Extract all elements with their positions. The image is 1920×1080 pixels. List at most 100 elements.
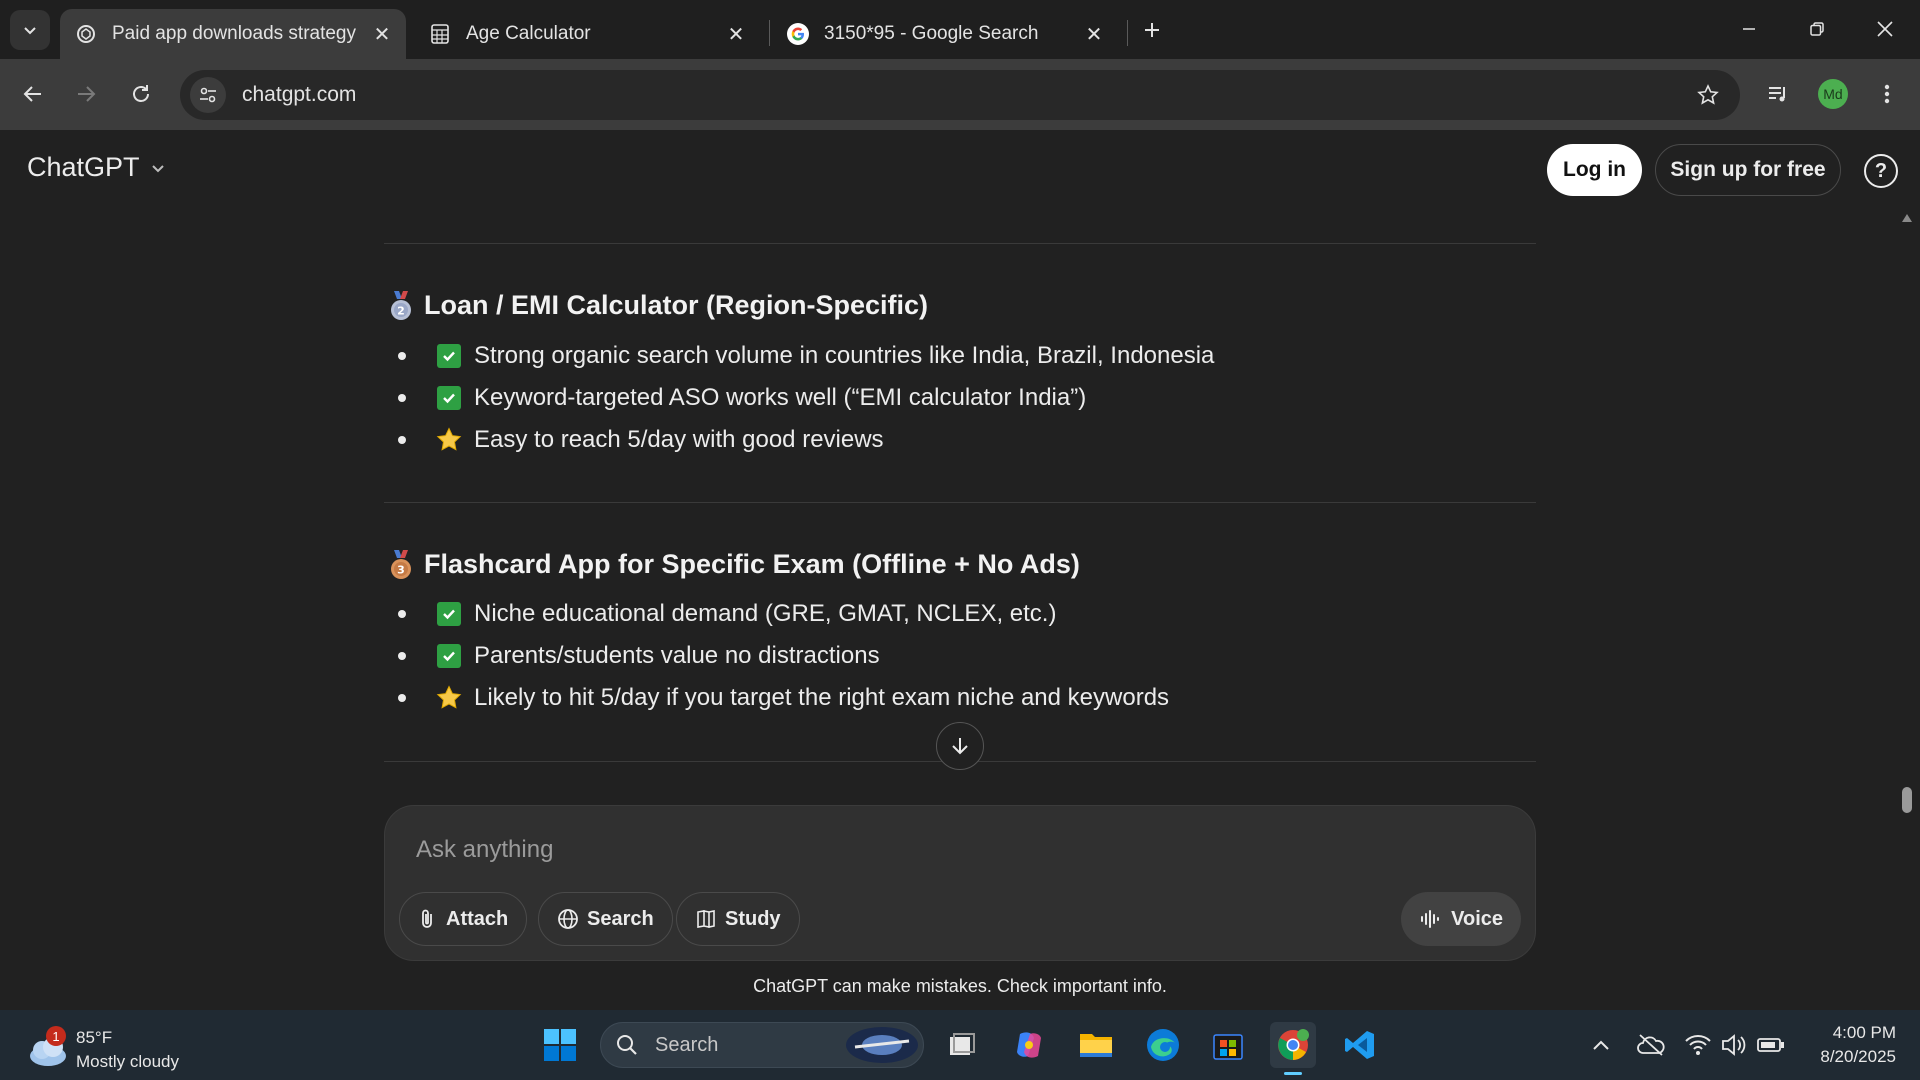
list-item: Keyword-targeted ASO works well (“EMI ca… [398,384,1086,412]
voice-waveform-icon [1421,910,1440,928]
chatgpt-icon [74,22,98,46]
composer: Ask anything Attach Search Study Voice [384,805,1536,961]
attach-button[interactable]: Attach [399,892,528,946]
new-tab-button[interactable] [1132,12,1172,48]
bullet-dot [398,436,406,444]
profile-avatar[interactable]: Md [1813,74,1853,114]
clock-date: 8/20/2025 [1820,1047,1896,1066]
close-tab-icon[interactable]: ✕ [722,20,750,48]
restore-button[interactable] [1794,6,1840,52]
star-icon [436,427,462,453]
tab-google-search[interactable]: 3150*95 - Google Search ✕ [772,9,1118,59]
close-window-button[interactable] [1862,6,1908,52]
browser-tab-strip: Paid app downloads strategy ✕ Age Calcul… [0,0,1920,59]
edge-browser-icon[interactable] [1140,1022,1186,1068]
task-view-icon[interactable] [939,1022,985,1068]
start-button[interactable] [537,1022,583,1068]
forward-button[interactable] [66,74,106,114]
weather-temperature: 85°F [76,1028,113,1047]
bullet-dot [398,694,406,702]
clock[interactable]: 4:00 PM 8/20/2025 [1800,1020,1896,1070]
star-outline-icon [1697,84,1719,105]
voice-button[interactable]: Voice [1401,892,1521,946]
wifi-icon[interactable] [1684,1032,1712,1058]
check-mark-icon [436,343,462,369]
chevron-down-icon [151,164,164,172]
model-selector[interactable]: ChatGPT [27,152,166,183]
tune-icon [200,87,216,103]
list-item: Easy to reach 5/day with good reviews [398,426,884,454]
weather-widget[interactable]: 1 85°F Mostly cloudy [26,1020,226,1072]
tab-paid-app-downloads[interactable]: Paid app downloads strategy ✕ [60,9,406,59]
windows-taskbar: 1 85°F Mostly cloudy Search 4:00 PM 8/20… [0,1010,1920,1080]
browser-menu-button[interactable] [1867,74,1907,114]
volume-icon[interactable] [1720,1032,1748,1058]
file-explorer-icon[interactable] [1073,1022,1119,1068]
list-item-text: Easy to reach 5/day with good reviews [474,426,884,453]
site-info-button[interactable] [190,77,226,113]
close-tab-icon[interactable]: ✕ [1080,20,1108,48]
bullet-dot [398,352,406,360]
chatgpt-header: ChatGPT Log in Sign up for free ? [0,130,1920,210]
restore-icon [1810,22,1824,36]
tab-title: Age Calculator [466,23,591,44]
chrome-icon[interactable] [1270,1022,1316,1075]
plus-icon [1145,23,1159,37]
login-button[interactable]: Log in [1547,144,1642,196]
scroll-up-arrow-icon [1902,214,1912,222]
section-heading: 3 Flashcard App for Specific Exam (Offli… [388,549,1080,580]
tab-separator [1127,20,1128,46]
back-button[interactable] [13,74,53,114]
scrollbar-thumb[interactable] [1902,787,1912,813]
bookmark-star-button[interactable] [1690,77,1726,113]
clock-time: 4:00 PM [1832,1023,1896,1042]
queue-music-icon [1769,87,1785,102]
vscode-icon[interactable] [1337,1022,1383,1068]
medal-number: 2 [397,304,405,317]
help-button[interactable]: ? [1864,154,1898,188]
tab-age-calculator[interactable]: Age Calculator ✕ [414,9,760,59]
battery-icon[interactable] [1756,1032,1786,1058]
medal-number: 3 [397,563,405,576]
tab-separator [769,20,770,46]
microsoft-store-icon[interactable] [1205,1022,1251,1068]
chevron-down-icon [24,27,36,35]
prompt-input[interactable]: Ask anything [416,836,553,864]
reload-icon [133,85,149,102]
study-button[interactable]: Study [676,892,800,946]
copilot-icon[interactable] [1006,1022,1052,1068]
google-icon [786,22,810,46]
close-icon [1877,21,1893,37]
list-item-text: Parents/students value no distractions [474,642,880,669]
book-icon [697,910,715,928]
second-place-medal-icon: 2 [391,290,411,320]
tab-title: 3150*95 - Google Search [824,23,1039,44]
media-controls-button[interactable] [1758,74,1798,114]
list-item-text: Niche educational demand (GRE, GMAT, NCL… [474,600,1057,627]
section-title: Flashcard App for Specific Exam (Offline… [424,549,1080,579]
search-button[interactable]: Search [538,892,673,946]
weather-description: Mostly cloudy [76,1052,179,1071]
page-scrollbar[interactable] [1900,212,1914,872]
globe-icon [558,909,578,929]
divider [384,502,1536,503]
arrow-down-icon [952,738,968,755]
tab-search-button[interactable] [10,10,50,50]
paperclip-icon [422,909,432,928]
bullet-dot [398,652,406,660]
notification-badge: 1 [46,1026,66,1046]
minimize-button[interactable] [1726,6,1772,52]
signup-button[interactable]: Sign up for free [1655,144,1841,196]
windows-logo-icon [544,1029,576,1061]
section-title: Loan / EMI Calculator (Region-Specific) [424,290,929,320]
reload-button[interactable] [121,74,161,114]
onedrive-icon[interactable] [1636,1032,1666,1058]
list-item-text: Strong organic search volume in countrie… [474,342,1215,369]
brand-title: ChatGPT [27,152,140,182]
taskbar-search-label: Search [655,1033,719,1056]
scroll-to-bottom-button[interactable] [936,722,984,770]
close-tab-icon[interactable]: ✕ [368,20,396,48]
address-bar[interactable]: chatgpt.com [180,70,1740,120]
show-hidden-icons-button[interactable] [1588,1032,1614,1058]
taskbar-search[interactable]: Search [600,1022,924,1068]
